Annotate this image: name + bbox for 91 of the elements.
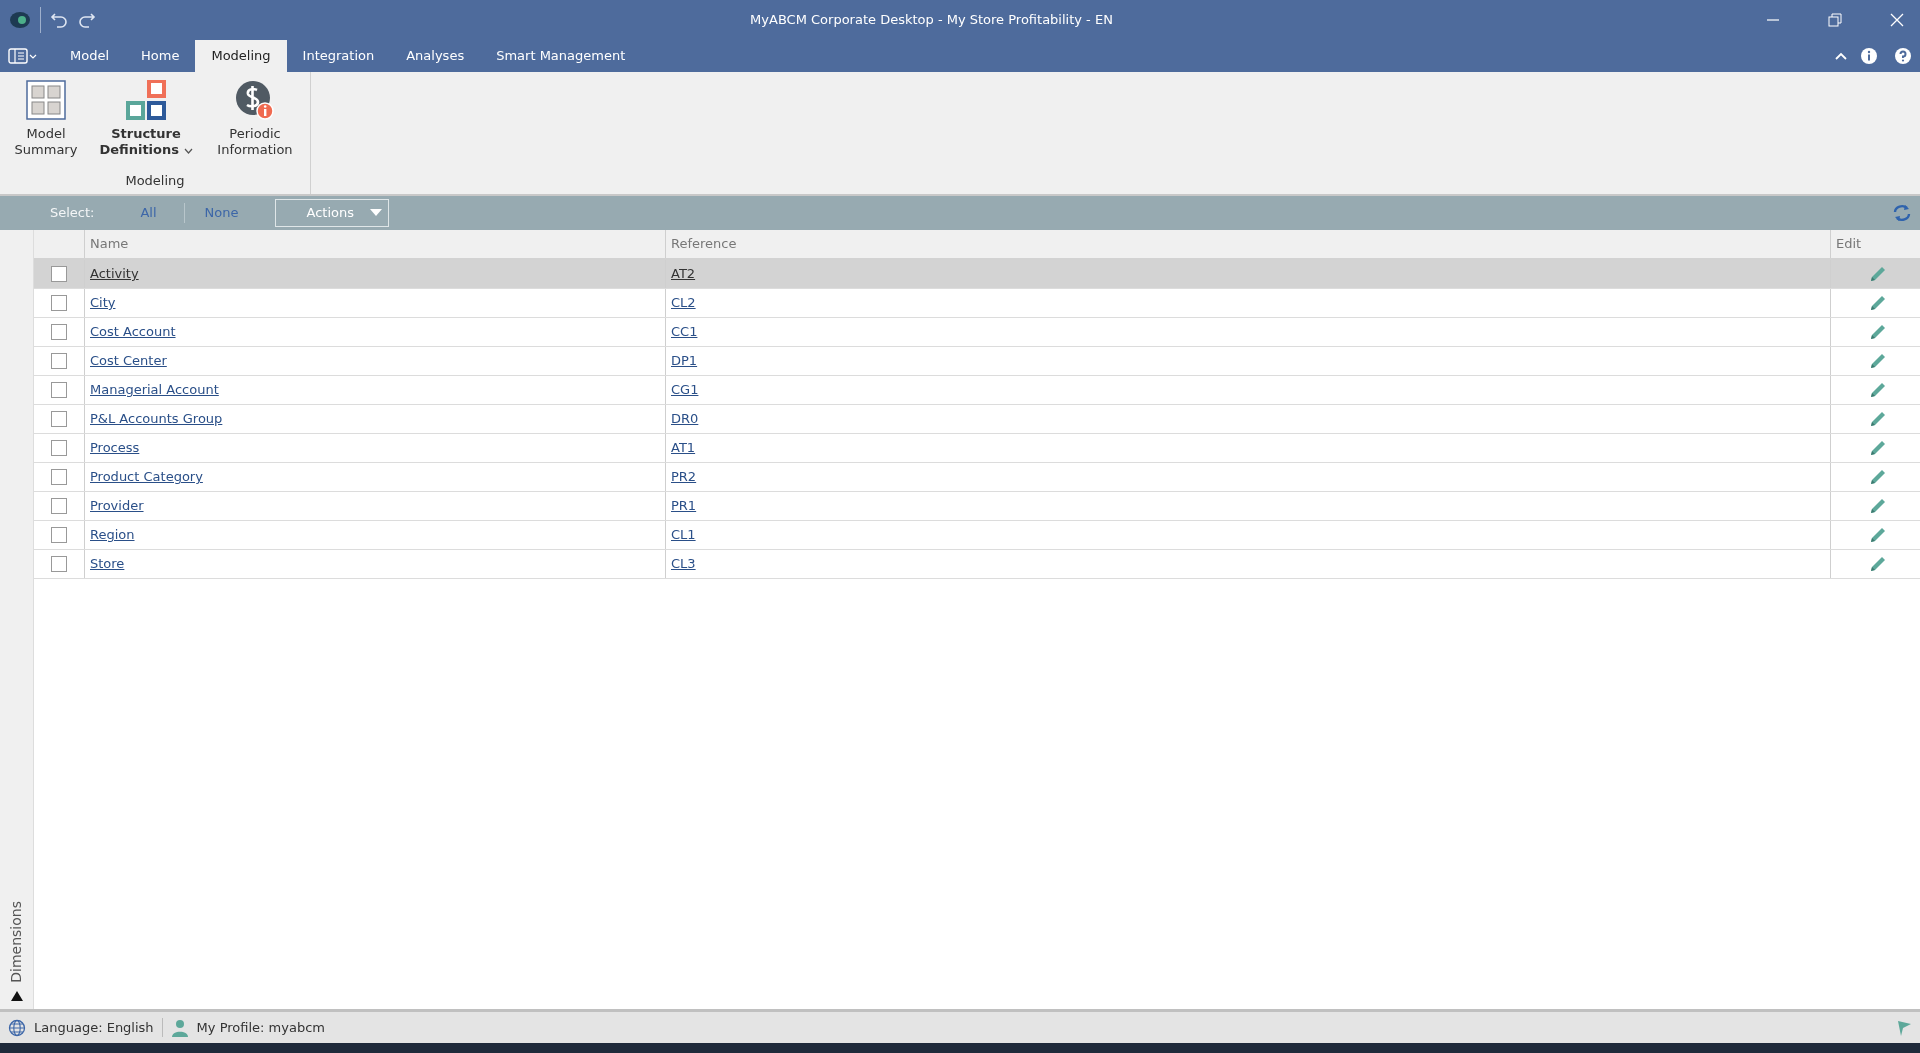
pencil-icon[interactable] — [1868, 264, 1888, 284]
column-header: Reference — [671, 235, 737, 254]
reference-link[interactable]: AT1 — [671, 438, 696, 458]
pencil-icon[interactable] — [1868, 293, 1888, 313]
row-checkbox[interactable] — [51, 324, 67, 340]
grid-icon — [26, 80, 66, 120]
reference-link[interactable]: CL3 — [671, 554, 696, 574]
pencil-icon[interactable] — [1868, 438, 1888, 458]
pencil-icon[interactable] — [1868, 351, 1888, 371]
dimension-name-link[interactable]: P&L Accounts Group — [90, 409, 223, 429]
table-row[interactable]: Product Category PR2 — [34, 463, 1920, 492]
reference-link[interactable]: CG1 — [671, 380, 699, 400]
select-label: Select: — [50, 204, 95, 223]
dimension-name-link[interactable]: Provider — [90, 496, 144, 516]
dimension-name-link[interactable]: Process — [90, 438, 140, 458]
reference-link[interactable]: CL1 — [671, 525, 696, 545]
reference-link[interactable]: PR2 — [671, 467, 697, 487]
refresh-icon[interactable] — [1892, 203, 1912, 223]
expand-arrow-icon[interactable] — [10, 991, 23, 1001]
row-checkbox[interactable] — [51, 266, 67, 282]
squares-icon — [126, 80, 166, 120]
flag-icon[interactable] — [1896, 1018, 1912, 1037]
table-row[interactable]: City CL2 — [34, 289, 1920, 318]
pencil-icon[interactable] — [1868, 496, 1888, 516]
ribbon-button[interactable]: Structure Definitions — [90, 78, 202, 161]
column-header: Name — [90, 235, 129, 254]
dollar-info-icon — [235, 80, 275, 120]
row-checkbox[interactable] — [51, 556, 67, 572]
ribbon-tab[interactable]: Model — [54, 40, 126, 72]
row-checkbox[interactable] — [51, 527, 67, 543]
reference-link[interactable]: DP1 — [671, 351, 698, 371]
table-row[interactable]: Provider PR1 — [34, 492, 1920, 521]
dimension-name-link[interactable]: Activity — [90, 264, 139, 284]
dimension-name-link[interactable]: Managerial Account — [90, 380, 219, 400]
dimension-name-link[interactable]: Product Category — [90, 467, 203, 487]
help-icon[interactable] — [1894, 47, 1912, 65]
pencil-icon[interactable] — [1868, 467, 1888, 487]
caret-down-icon — [370, 209, 383, 217]
reference-link[interactable]: AT2 — [671, 264, 696, 284]
dimension-name-link[interactable]: Region — [90, 525, 135, 545]
row-checkbox[interactable] — [51, 382, 67, 398]
undo-icon[interactable] — [49, 10, 69, 30]
pencil-icon[interactable] — [1868, 554, 1888, 574]
row-checkbox[interactable] — [51, 353, 67, 369]
layout-menu-icon[interactable] — [8, 48, 38, 64]
row-checkbox[interactable] — [51, 440, 67, 456]
row-checkbox[interactable] — [51, 469, 67, 485]
reference-link[interactable]: PR1 — [671, 496, 697, 516]
dimension-name-link[interactable]: Cost Center — [90, 351, 167, 371]
window-title: MyABCM Corporate Desktop - My Store Profitability - EN — [749, 11, 1114, 30]
ribbon-button[interactable]: Model Summary — [6, 78, 86, 161]
ribbon-group-label: Modeling — [125, 172, 185, 188]
table-row[interactable]: Cost Center DP1 — [34, 347, 1920, 376]
info-icon[interactable] — [1860, 47, 1878, 65]
restore-icon[interactable] — [1828, 13, 1842, 27]
table-row[interactable]: Region CL1 — [34, 521, 1920, 550]
table-row[interactable]: Managerial Account CG1 — [34, 376, 1920, 405]
table-row[interactable]: Activity AT2 — [34, 260, 1920, 289]
dimension-name-link[interactable]: Store — [90, 554, 125, 574]
user-icon — [170, 1018, 189, 1037]
ribbon-tab[interactable]: Integration — [286, 40, 391, 72]
ribbon-button[interactable]: Periodic Information — [206, 78, 304, 161]
reference-link[interactable]: DR0 — [671, 409, 699, 429]
table-row[interactable]: P&L Accounts Group DR0 — [34, 405, 1920, 434]
pencil-icon[interactable] — [1868, 409, 1888, 429]
ribbon-tab[interactable]: Analyses — [390, 40, 481, 72]
row-checkbox[interactable] — [51, 411, 67, 427]
row-checkbox[interactable] — [51, 295, 67, 311]
dimension-name-link[interactable]: City — [90, 293, 116, 313]
close-icon[interactable] — [1890, 13, 1904, 27]
table-row[interactable]: Cost Account CC1 — [34, 318, 1920, 347]
ribbon-tab[interactable]: Modeling — [195, 40, 287, 72]
table-row[interactable]: Store CL3 — [34, 550, 1920, 579]
row-checkbox[interactable] — [51, 498, 67, 514]
pencil-icon[interactable] — [1868, 322, 1888, 342]
dimensions-panel-tab[interactable]: Dimensions — [6, 901, 27, 983]
reference-link[interactable]: CL2 — [671, 293, 696, 313]
ribbon-tab[interactable]: Home — [125, 40, 196, 72]
caret-icon — [183, 147, 193, 154]
column-header: Edit — [1836, 235, 1862, 254]
app-logo-icon[interactable] — [8, 10, 32, 30]
redo-icon[interactable] — [77, 10, 97, 30]
ribbon-tab[interactable]: Smart Management — [480, 40, 642, 72]
pencil-icon[interactable] — [1868, 525, 1888, 545]
globe-icon — [8, 1018, 26, 1037]
profile-status[interactable]: My Profile: myabcm — [196, 1017, 325, 1038]
table-row[interactable]: Process AT1 — [34, 434, 1920, 463]
language-status[interactable]: Language: English — [34, 1017, 163, 1038]
pencil-icon[interactable] — [1868, 380, 1888, 400]
reference-link[interactable]: CC1 — [671, 322, 698, 342]
dimension-name-link[interactable]: Cost Account — [90, 322, 176, 342]
